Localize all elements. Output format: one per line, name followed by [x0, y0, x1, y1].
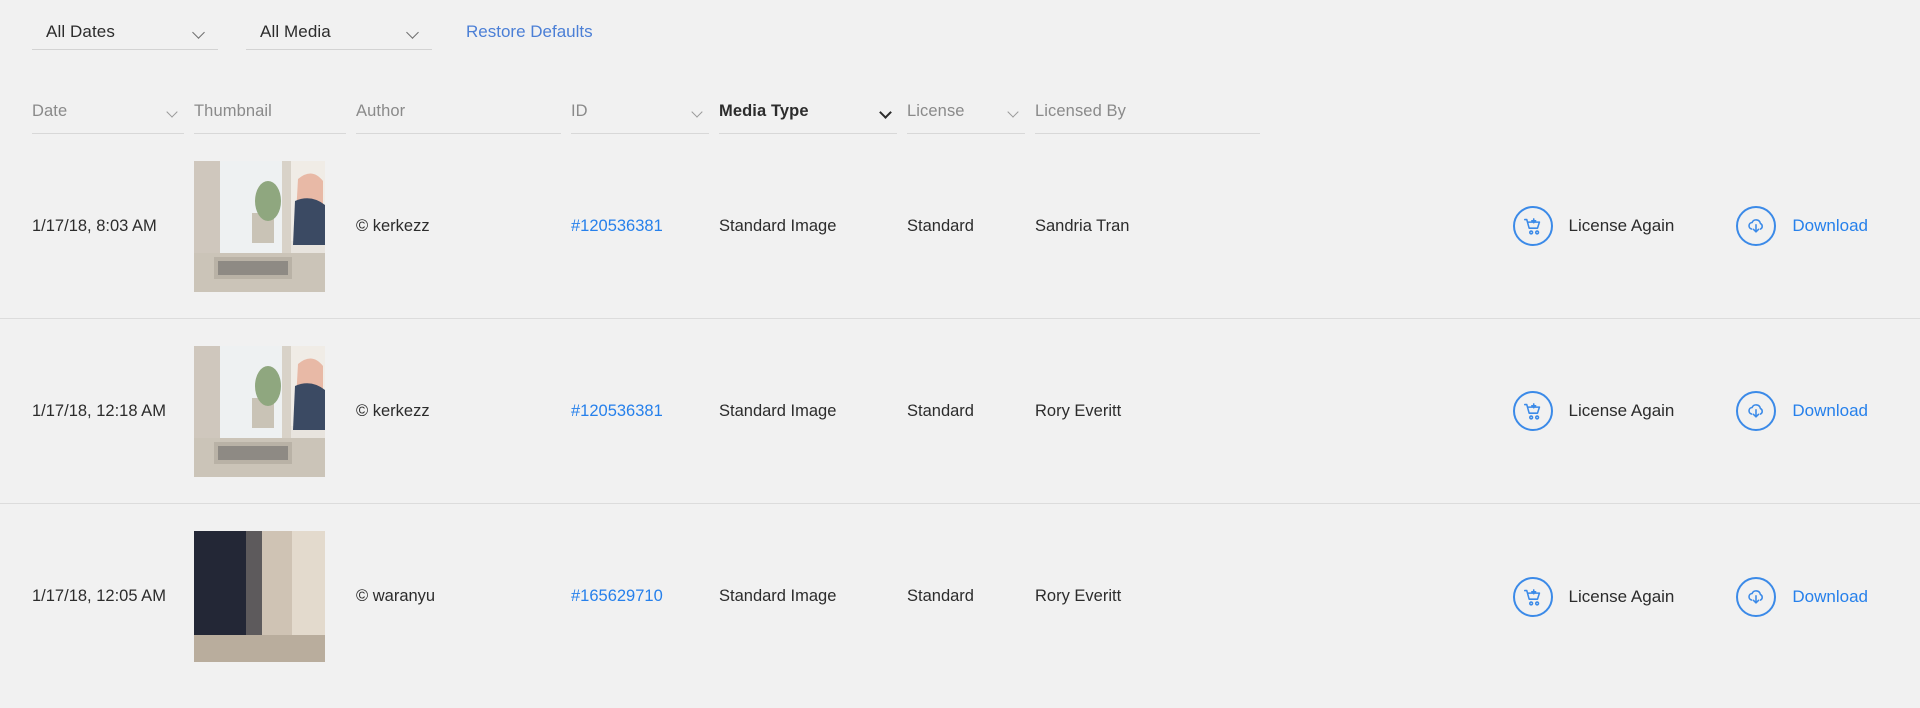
row-actions: License Again Download [1451, 577, 1920, 617]
table-row: 1/17/18, 8:03 AM [0, 134, 1920, 319]
cell-date: 1/17/18, 12:05 AM [32, 587, 184, 606]
download-label: Download [1792, 587, 1868, 607]
media-filter-select[interactable]: All Media [246, 14, 432, 50]
cell-media-type: Standard Image [719, 217, 897, 236]
licensing-history-page: All Dates All Media Restore Defaults Dat… [0, 0, 1920, 708]
license-again-button[interactable]: License Again [1513, 206, 1675, 246]
cell-author: © kerkezz [356, 402, 561, 421]
cloud-download-icon [1736, 577, 1776, 617]
chevron-down-icon [691, 105, 705, 119]
cell-thumbnail [194, 531, 346, 662]
cart-plus-icon [1513, 206, 1553, 246]
download-button[interactable]: Download [1736, 577, 1868, 617]
cloud-download-icon [1736, 206, 1776, 246]
column-header-thumbnail: Thumbnail [194, 92, 346, 134]
cell-id-link[interactable]: #165629710 [571, 587, 709, 606]
license-again-label: License Again [1569, 401, 1675, 421]
filter-bar: All Dates All Media Restore Defaults [0, 0, 1920, 66]
cell-date: 1/17/18, 8:03 AM [32, 217, 184, 236]
thumbnail-image[interactable] [194, 161, 325, 292]
cell-licensed-by: Sandria Tran [1035, 217, 1260, 236]
column-header-id[interactable]: ID [571, 92, 709, 134]
chevron-down-icon [192, 25, 206, 39]
thumbnail-image[interactable] [194, 531, 325, 662]
restore-defaults-link[interactable]: Restore Defaults [466, 14, 593, 50]
cell-id-link[interactable]: #120536381 [571, 217, 709, 236]
column-header-date[interactable]: Date [32, 92, 184, 134]
cell-author: © kerkezz [356, 217, 561, 236]
license-again-button[interactable]: License Again [1513, 577, 1675, 617]
cloud-download-icon [1736, 391, 1776, 431]
cell-licensed-by: Rory Everitt [1035, 587, 1260, 606]
row-actions: License Again Download [1451, 206, 1920, 246]
column-label: Media Type [719, 102, 809, 121]
license-again-label: License Again [1569, 587, 1675, 607]
license-again-button[interactable]: License Again [1513, 391, 1675, 431]
column-label: Date [32, 102, 67, 121]
chevron-down-icon [406, 25, 420, 39]
chevron-down-icon [1007, 105, 1021, 119]
cell-id-link[interactable]: #120536381 [571, 402, 709, 421]
download-button[interactable]: Download [1736, 206, 1868, 246]
cell-licensed-by: Rory Everitt [1035, 402, 1260, 421]
column-label: Licensed By [1035, 102, 1126, 121]
column-header-media-type[interactable]: Media Type [719, 92, 897, 134]
download-label: Download [1792, 401, 1868, 421]
licensing-history-table: Date Thumbnail Author ID Media Type Lice… [0, 90, 1920, 689]
cell-thumbnail [194, 346, 346, 477]
cart-plus-icon [1513, 391, 1553, 431]
cell-license: Standard [907, 402, 1025, 421]
date-filter-value: All Dates [32, 22, 115, 42]
date-filter-select[interactable]: All Dates [32, 14, 218, 50]
cell-date: 1/17/18, 12:18 AM [32, 402, 184, 421]
column-label: License [907, 102, 965, 121]
download-button[interactable]: Download [1736, 391, 1868, 431]
media-filter-value: All Media [246, 22, 331, 42]
column-label: Thumbnail [194, 102, 272, 121]
column-header-licensed-by: Licensed By [1035, 92, 1260, 134]
column-label: Author [356, 102, 405, 121]
chevron-down-icon [879, 105, 893, 119]
cell-license: Standard [907, 217, 1025, 236]
cell-thumbnail [194, 161, 346, 292]
download-label: Download [1792, 216, 1868, 236]
license-again-label: License Again [1569, 216, 1675, 236]
thumbnail-image[interactable] [194, 346, 325, 477]
table-row: 1/17/18, 12:18 AM [0, 319, 1920, 504]
cell-license: Standard [907, 587, 1025, 606]
column-header-license[interactable]: License [907, 92, 1025, 134]
cell-media-type: Standard Image [719, 402, 897, 421]
cart-plus-icon [1513, 577, 1553, 617]
row-actions: License Again Download [1451, 391, 1920, 431]
cell-author: © waranyu [356, 587, 561, 606]
column-header-author: Author [356, 92, 561, 134]
table-header-row: Date Thumbnail Author ID Media Type Lice… [0, 90, 1920, 134]
cell-media-type: Standard Image [719, 587, 897, 606]
column-label: ID [571, 102, 588, 121]
table-row: 1/17/18, 12:05 AM © waranyu #165629710 S… [0, 504, 1920, 689]
chevron-down-icon [166, 105, 180, 119]
